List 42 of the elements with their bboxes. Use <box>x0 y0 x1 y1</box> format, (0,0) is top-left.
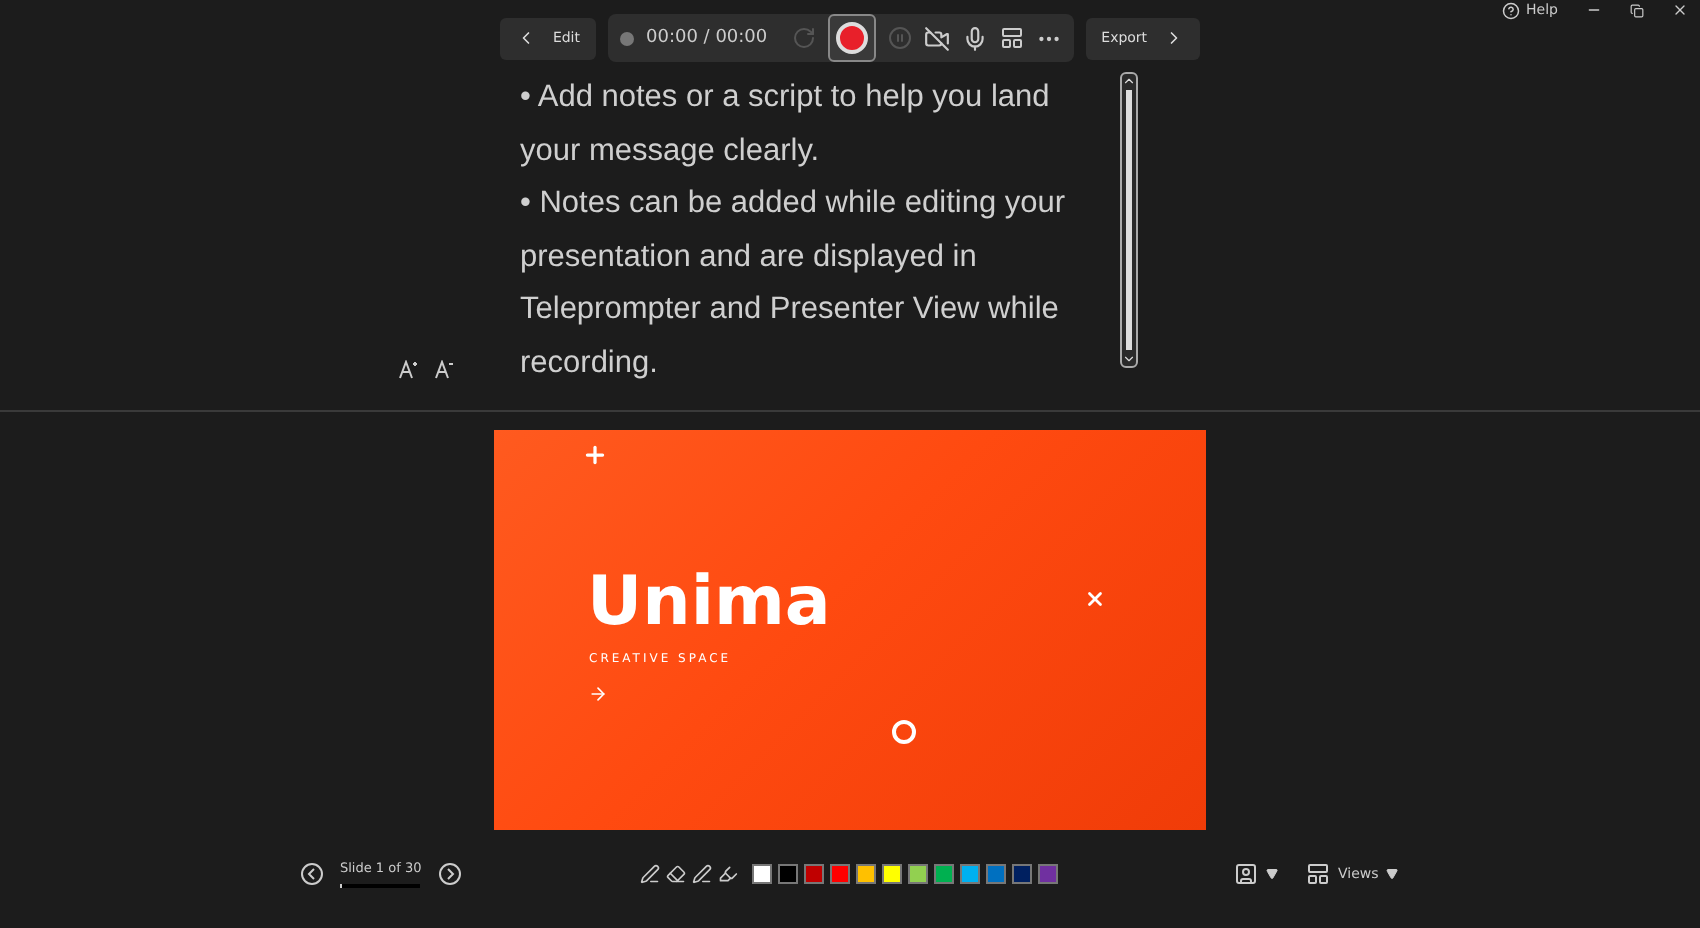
microphone-icon[interactable] <box>961 25 988 51</box>
record-button[interactable] <box>827 14 876 62</box>
cross-icon <box>1083 588 1105 610</box>
person-icon <box>1234 862 1258 886</box>
scroll-up-icon[interactable] <box>1122 74 1136 88</box>
notes-paragraph: • Add notes or a script to help you land your message clearly. <box>520 78 1052 171</box>
plus-icon <box>581 442 607 468</box>
color-swatch[interactable] <box>778 864 798 884</box>
screen-icon[interactable] <box>999 26 1024 50</box>
camera-view-button[interactable] <box>1234 862 1278 886</box>
slide-title: Unima <box>587 562 831 642</box>
scroll-down-icon[interactable] <box>1122 352 1136 366</box>
color-swatch[interactable] <box>986 864 1006 884</box>
close-button[interactable] <box>1672 2 1688 18</box>
help-icon <box>1502 1 1521 19</box>
color-swatch[interactable] <box>1038 864 1058 884</box>
color-swatch[interactable] <box>882 864 902 884</box>
arrow-icon <box>587 684 607 704</box>
color-swatch[interactable] <box>856 864 876 884</box>
color-swatch[interactable] <box>752 864 772 884</box>
layout-icon <box>1306 862 1330 886</box>
color-swatch[interactable] <box>908 864 928 884</box>
next-button[interactable] <box>437 862 462 886</box>
highlighter-icon[interactable] <box>718 864 738 884</box>
status-dot-icon <box>620 31 634 45</box>
restore-button[interactable] <box>1630 3 1644 17</box>
notes-paragraph: • Notes can be added while editing your presentation and are displayed in Teleprompter and Presenter View while recording. <box>520 184 1068 383</box>
camera-off-icon[interactable] <box>923 25 950 51</box>
pen-icon[interactable] <box>692 864 712 884</box>
color-swatch[interactable] <box>804 864 824 884</box>
color-swatch[interactable] <box>830 864 850 884</box>
caret-icon <box>1386 868 1399 880</box>
timer-text: 00:00 / 00:00 <box>646 28 768 48</box>
color-swatch[interactable] <box>1012 864 1032 884</box>
scrollbar[interactable] <box>1120 72 1138 368</box>
eraser-icon[interactable] <box>666 864 686 884</box>
caret-icon <box>1266 868 1278 880</box>
color-swatch[interactable] <box>934 864 954 884</box>
color-swatch[interactable] <box>960 864 980 884</box>
ring-icon <box>891 720 915 744</box>
previous-button[interactable] <box>300 862 324 886</box>
pen-icon[interactable] <box>640 864 660 884</box>
